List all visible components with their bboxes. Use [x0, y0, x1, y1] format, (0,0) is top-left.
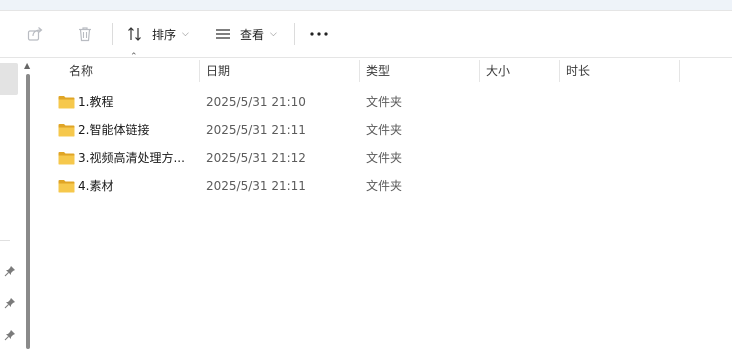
file-row[interactable]: 4.素材 2025/5/31 21:11 文件夹 — [40, 172, 732, 200]
chevron-down-icon: ⌵ — [182, 29, 189, 39]
file-date: 2025/5/31 21:11 — [206, 123, 306, 137]
file-row[interactable]: 1.教程 2025/5/31 21:10 文件夹 — [40, 88, 732, 116]
file-type: 文件夹 — [366, 151, 403, 165]
file-row[interactable]: 3.视频高清处理方... 2025/5/31 21:12 文件夹 — [40, 144, 732, 172]
folder-icon — [58, 180, 75, 193]
folder-icon — [58, 152, 75, 165]
pin-icon[interactable] — [4, 329, 16, 341]
file-explorer-window: 排序 ⌵ 查看 ⌵ ▲ ⌃ 名称 日期 类型 大小 时长 1.教程 2025/5… — [0, 0, 732, 349]
file-date: 2025/5/31 21:10 — [206, 95, 306, 109]
file-name: 3.视频高清处理方... — [78, 151, 185, 165]
column-divider[interactable] — [359, 60, 360, 82]
toolbar-separator — [112, 23, 113, 45]
file-name: 4.素材 — [78, 179, 114, 193]
column-divider[interactable] — [559, 60, 560, 82]
file-name: 2.智能体链接 — [78, 123, 150, 137]
pin-icon[interactable] — [4, 265, 16, 277]
nav-divider — [0, 240, 10, 241]
file-type: 文件夹 — [366, 123, 403, 137]
column-divider[interactable] — [479, 60, 480, 82]
column-header-row: ⌃ 名称 日期 类型 大小 时长 — [40, 52, 732, 84]
sort-button[interactable]: 排序 ⌵ — [126, 19, 189, 49]
title-strip — [0, 0, 732, 11]
delete-button[interactable] — [76, 19, 94, 49]
column-divider[interactable] — [199, 60, 200, 82]
toolbar-separator — [294, 23, 295, 45]
column-header-date[interactable]: 日期 — [206, 58, 230, 84]
pin-icon[interactable] — [4, 297, 16, 309]
column-header-size[interactable]: 大小 — [486, 58, 510, 84]
file-date: 2025/5/31 21:12 — [206, 151, 306, 165]
chevron-down-icon: ⌵ — [270, 29, 277, 39]
sort-icon — [128, 27, 141, 41]
file-date: 2025/5/31 21:11 — [206, 179, 306, 193]
view-list-icon — [216, 29, 230, 39]
column-divider[interactable] — [679, 60, 680, 82]
share-button[interactable] — [26, 19, 44, 49]
nav-item-selected[interactable] — [0, 63, 18, 95]
folder-icon — [58, 96, 75, 109]
column-header-duration[interactable]: 时长 — [566, 58, 590, 84]
file-list: 1.教程 2025/5/31 21:10 文件夹 2.智能体链接 2025/5/… — [40, 88, 732, 200]
file-type: 文件夹 — [366, 95, 403, 109]
folder-icon — [58, 124, 75, 137]
sort-label: 排序 — [152, 27, 177, 42]
scroll-thumb[interactable] — [26, 74, 30, 349]
file-type: 文件夹 — [366, 179, 403, 193]
more-button[interactable] — [308, 19, 330, 49]
column-header-type[interactable]: 类型 — [366, 58, 390, 84]
command-bar: 排序 ⌵ 查看 ⌵ — [0, 11, 732, 58]
trash-icon — [79, 27, 91, 42]
scroll-up-arrow-icon[interactable]: ▲ — [24, 61, 30, 70]
view-button[interactable]: 查看 ⌵ — [214, 19, 277, 49]
sort-ascending-icon: ⌃ — [130, 52, 138, 62]
column-header-name[interactable]: 名称 — [69, 58, 93, 84]
view-label: 查看 — [240, 27, 265, 42]
file-row[interactable]: 2.智能体链接 2025/5/31 21:11 文件夹 — [40, 116, 732, 144]
navigation-pane — [0, 58, 22, 349]
nav-scrollbar[interactable]: ▲ — [22, 58, 34, 349]
share-icon — [27, 27, 43, 41]
file-name: 1.教程 — [78, 95, 114, 109]
more-icon — [310, 32, 328, 36]
